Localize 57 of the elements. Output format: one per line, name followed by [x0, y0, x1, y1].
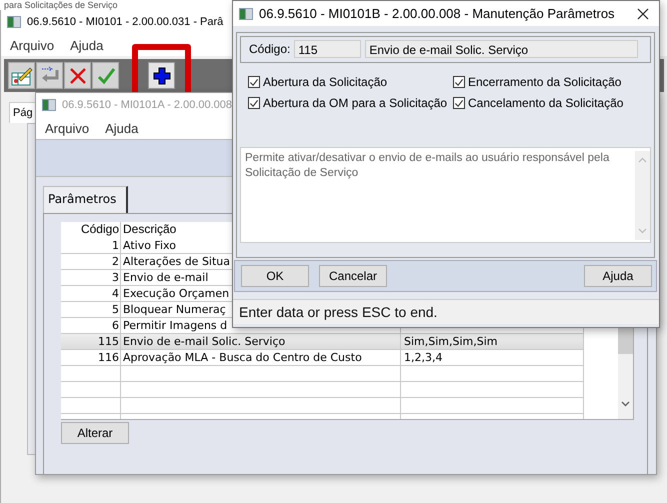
- menu-item[interactable]: Arquivo: [10, 38, 54, 52]
- edit-icon-button[interactable]: [8, 62, 35, 89]
- tab[interactable]: Pág: [9, 102, 36, 123]
- checkbox[interactable]: [453, 76, 465, 88]
- table-row[interactable]: 115 Envio de e-mail Solic. Serviço Sim,Sim,Sim,Sim: [61, 334, 584, 350]
- checkbox[interactable]: [453, 97, 465, 109]
- checkmark-icon: [454, 98, 464, 108]
- app-icon: [42, 99, 56, 111]
- table-cell: 6: [61, 318, 121, 333]
- field-label: Código:: [249, 42, 290, 56]
- checkmark-icon: [249, 98, 259, 108]
- alter-button[interactable]: Alterar: [61, 422, 129, 444]
- cross-icon: [68, 66, 88, 86]
- help-text: Permite ativar/desativar o envio de e-mails ao usuário responsável pela Solicitação de Serviço: [245, 151, 610, 181]
- pencil-table-icon: [10, 66, 32, 86]
- table-cell: Sim,Sim,Sim,Sim: [404, 335, 498, 348]
- table-cell: 1: [61, 238, 121, 253]
- cancel-button[interactable]: Cancelar: [319, 265, 387, 287]
- status-bar: Enter data or press ESC to end.: [233, 299, 659, 324]
- checkbox-label[interactable]: Cancelamento da Solicitação: [468, 96, 624, 110]
- table-cell: 3: [61, 270, 121, 285]
- ok-button[interactable]: OK: [241, 265, 309, 287]
- menu-item[interactable]: Ajuda: [70, 38, 104, 52]
- table-cell: 115: [61, 334, 121, 349]
- checkbox[interactable]: [248, 76, 260, 88]
- checkbox-label[interactable]: Encerramento da Solicitação: [468, 75, 622, 89]
- plus-button[interactable]: [148, 62, 175, 89]
- table-cell: 1,2,3,4: [404, 351, 442, 364]
- table-cell: 4: [61, 286, 121, 301]
- help-button[interactable]: Ajuda: [584, 265, 652, 287]
- plus-icon: [152, 66, 170, 84]
- table-row[interactable]: 116 Aprovação MLA - Busca do Centro de Custo 1,2,3,4: [61, 350, 584, 366]
- window-title: 06.9.5610 - MI0101A - 2.00.00.008: [62, 99, 232, 111]
- tab[interactable]: Parâmetros: [43, 186, 128, 213]
- checkmark-icon: [96, 66, 116, 86]
- checkbox-label[interactable]: Abertura da Solicitação: [263, 75, 388, 89]
- code-field: 115: [294, 40, 362, 58]
- close-icon[interactable]: [637, 8, 649, 20]
- checkmark-button[interactable]: [92, 62, 119, 89]
- cross-button[interactable]: [64, 62, 91, 89]
- menu-item[interactable]: Ajuda: [105, 120, 138, 136]
- table-cell: Envio de e-mail Solic. Serviço: [121, 334, 401, 349]
- checkbox-label[interactable]: Abertura da OM para a Solicitação: [263, 96, 448, 110]
- description-field: Envio de e-mail Solic. Serviço: [365, 40, 638, 58]
- table-cell: 2: [61, 254, 121, 269]
- table-cell: 116: [61, 350, 121, 365]
- menu-item[interactable]: Arquivo: [45, 120, 90, 136]
- checkmark-icon: [249, 76, 259, 88]
- column-header: Código: [61, 222, 121, 238]
- chevron-down-icon[interactable]: [621, 401, 630, 407]
- checkmark-icon: [454, 76, 464, 88]
- checkbox[interactable]: [248, 97, 260, 109]
- window-title: 06.9.5610 - MI0101 - 2.00.00.031 - Parâ: [27, 16, 224, 28]
- table-cell: 5: [61, 302, 121, 317]
- app-icon: [239, 8, 253, 20]
- table-cell: Aprovação MLA - Busca do Centro de Custo: [121, 350, 401, 365]
- app-icon: [7, 16, 21, 28]
